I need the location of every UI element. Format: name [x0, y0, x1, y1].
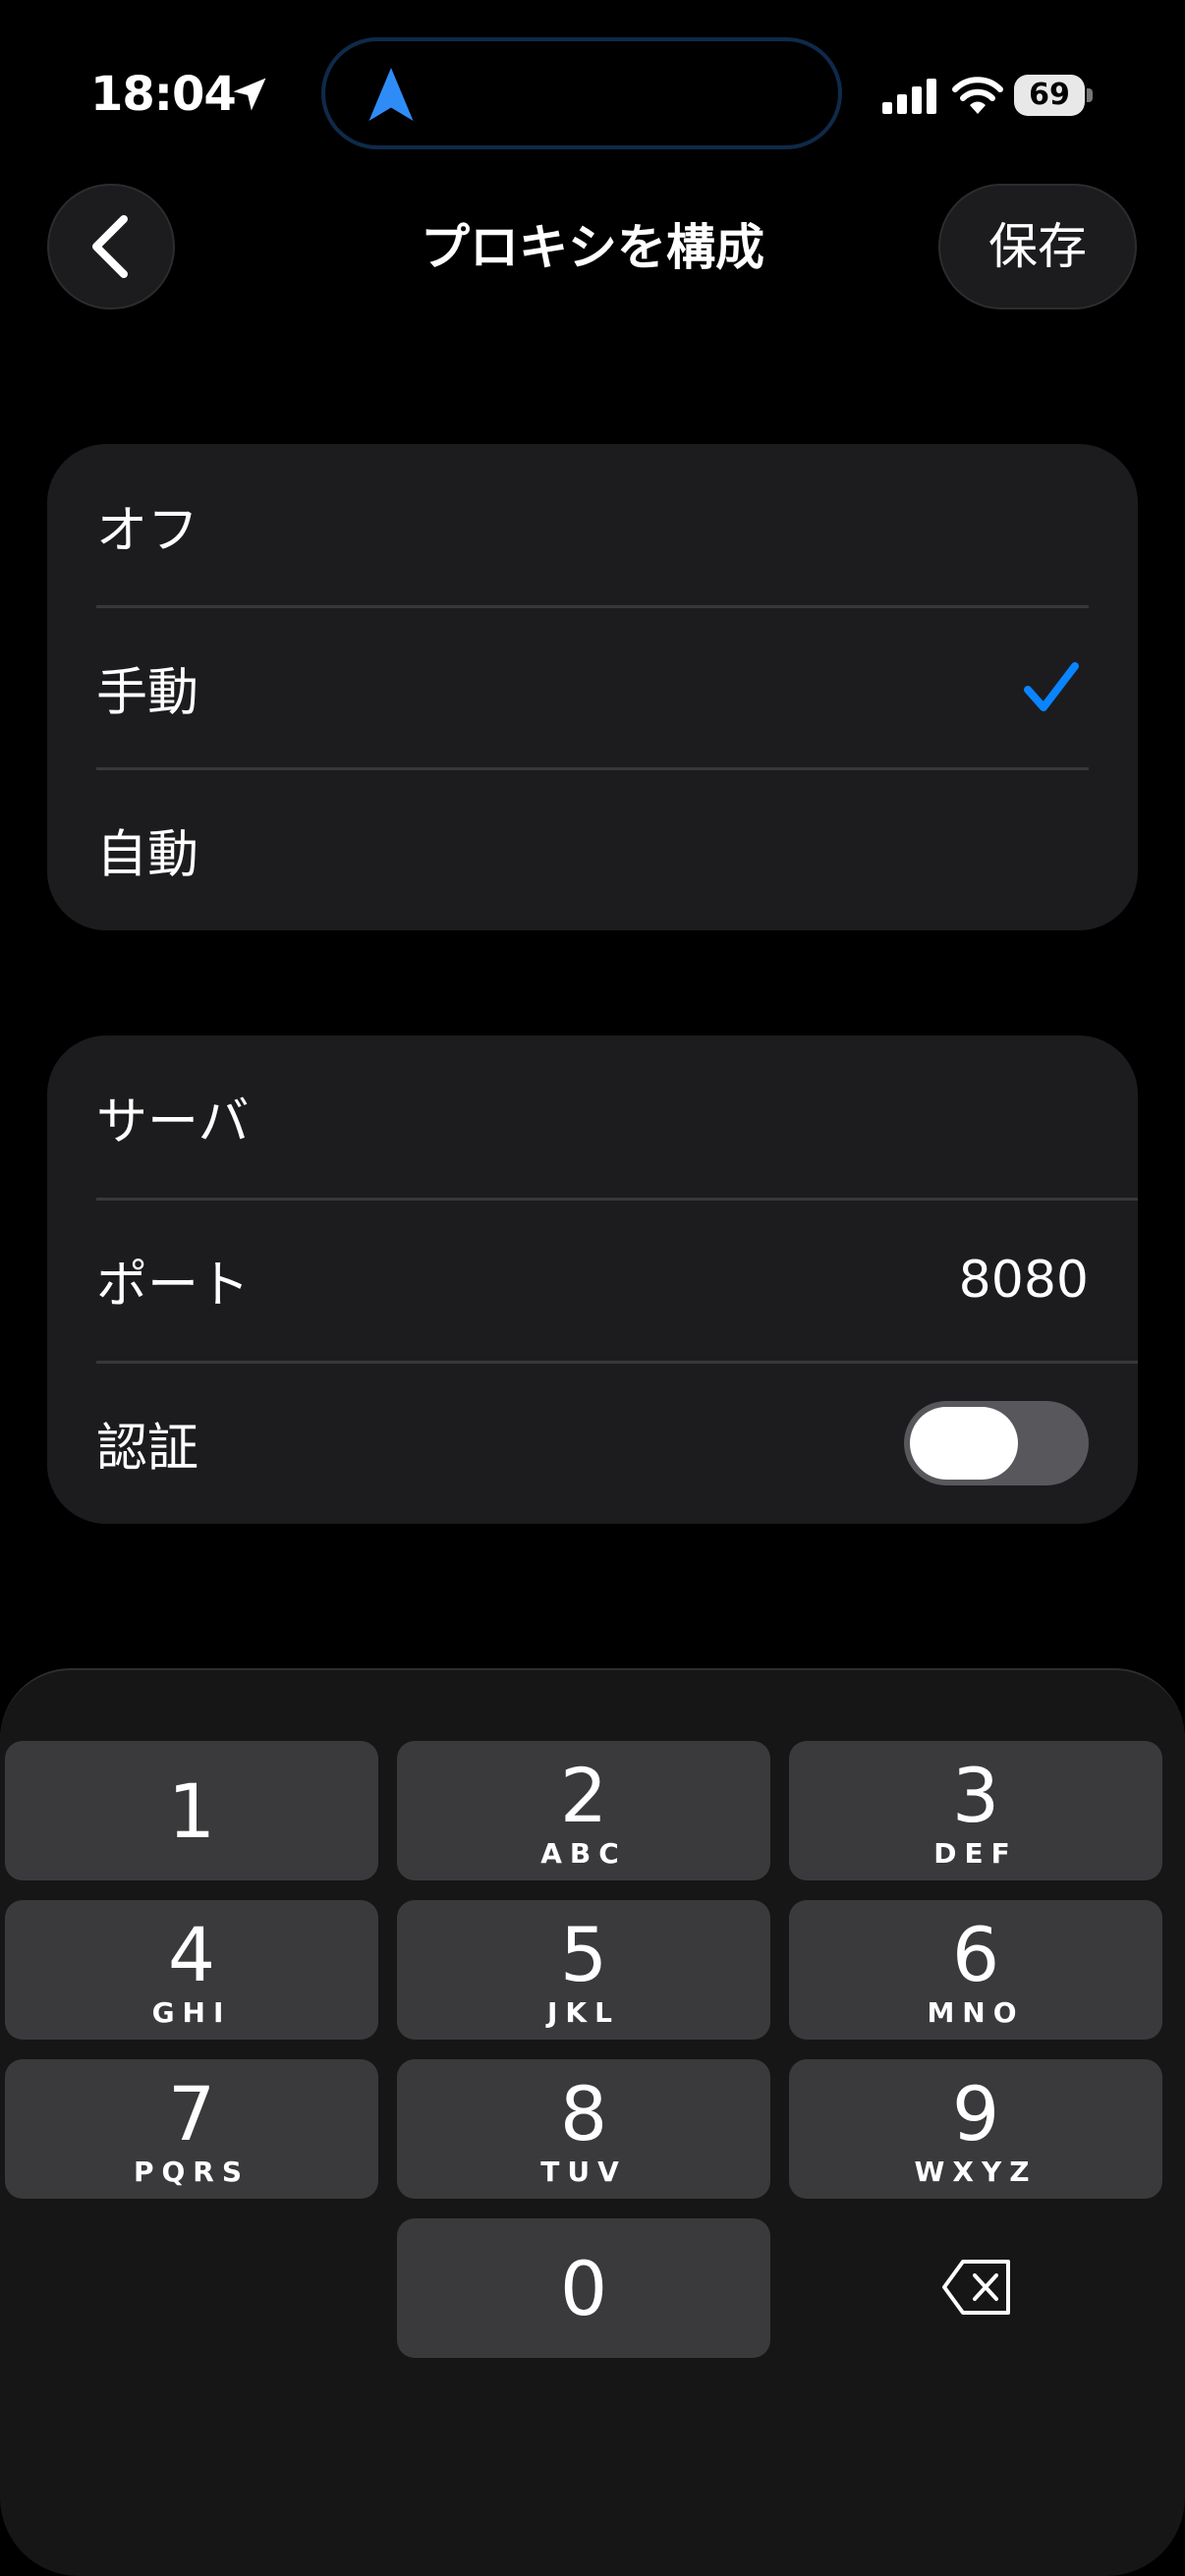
server-row[interactable]: サーバ: [47, 1036, 1138, 1199]
battery-level: 69: [1014, 75, 1085, 116]
key-5[interactable]: 5 JKL: [397, 1900, 770, 2040]
key-3[interactable]: 3 DEF: [789, 1741, 1162, 1880]
key-letters: TUV: [540, 2156, 627, 2188]
key-digit: 9: [951, 2070, 1000, 2157]
port-row[interactable]: ポート 8080: [47, 1199, 1138, 1362]
key-8[interactable]: 8 TUV: [397, 2059, 770, 2199]
key-digit: 5: [559, 1911, 608, 1998]
save-button[interactable]: 保存: [938, 184, 1137, 309]
proxy-mode-group: オフ 手動 自動: [47, 444, 1138, 930]
key-letters: MNO: [927, 1996, 1025, 2029]
navigation-arrow-icon: [368, 68, 414, 121]
proxy-settings-group: サーバ ポート 8080 認証: [47, 1036, 1138, 1524]
key-9[interactable]: 9 WXYZ: [789, 2059, 1162, 2199]
key-2[interactable]: 2 ABC: [397, 1741, 770, 1880]
key-digit: 3: [951, 1752, 1000, 1839]
key-6[interactable]: 6 MNO: [789, 1900, 1162, 2040]
key-letters: GHI: [151, 1996, 232, 2029]
key-letters: PQRS: [133, 2156, 251, 2188]
key-1[interactable]: 1: [5, 1741, 378, 1880]
key-digit: 1: [167, 1767, 216, 1855]
authentication-row: 認証: [47, 1362, 1138, 1524]
port-label: ポート: [96, 1256, 251, 1316]
checkmark-icon: [1024, 661, 1079, 711]
delete-key[interactable]: [789, 2218, 1162, 2358]
mode-option-label: 自動: [96, 825, 199, 884]
key-digit: 0: [559, 2245, 608, 2332]
mode-option-auto[interactable]: 自動: [47, 768, 1138, 930]
key-digit: 2: [559, 1752, 608, 1839]
dynamic-island: [321, 37, 842, 149]
mode-option-manual[interactable]: 手動: [47, 606, 1138, 768]
number-keypad: 1 2 ABC 3 DEF 4 GHI 5 JKL 6 MNO 7 PQRS 8…: [0, 1668, 1185, 2576]
location-arrow-icon: [233, 78, 266, 111]
server-label: サーバ: [96, 1092, 250, 1152]
key-digit: 6: [951, 1911, 1000, 1998]
port-value[interactable]: 8080: [959, 1251, 1089, 1310]
key-letters: WXYZ: [914, 2156, 1038, 2188]
delete-backspace-icon: [942, 2260, 1010, 2315]
mode-option-off[interactable]: オフ: [47, 444, 1138, 606]
status-time: 18:04: [90, 67, 237, 122]
mode-option-label: 手動: [96, 663, 199, 722]
key-digit: 7: [167, 2070, 216, 2157]
key-digit: 4: [167, 1911, 216, 1998]
wifi-icon: [952, 77, 1003, 114]
authentication-toggle[interactable]: [904, 1400, 1089, 1485]
mode-option-label: オフ: [96, 501, 199, 560]
authentication-label: 認証: [96, 1419, 199, 1478]
key-digit: 8: [559, 2070, 608, 2157]
key-0[interactable]: 0: [397, 2218, 770, 2358]
key-4[interactable]: 4 GHI: [5, 1900, 378, 2040]
key-letters: ABC: [540, 1837, 627, 1870]
toggle-knob: [910, 1406, 1018, 1480]
key-letters: DEF: [933, 1837, 1018, 1870]
battery-icon: 69: [1014, 75, 1093, 116]
cellular-signal-icon: [882, 79, 936, 114]
key-7[interactable]: 7 PQRS: [5, 2059, 378, 2199]
status-bar: 18:04 69: [0, 0, 1185, 196]
key-letters: JKL: [547, 1996, 620, 2029]
